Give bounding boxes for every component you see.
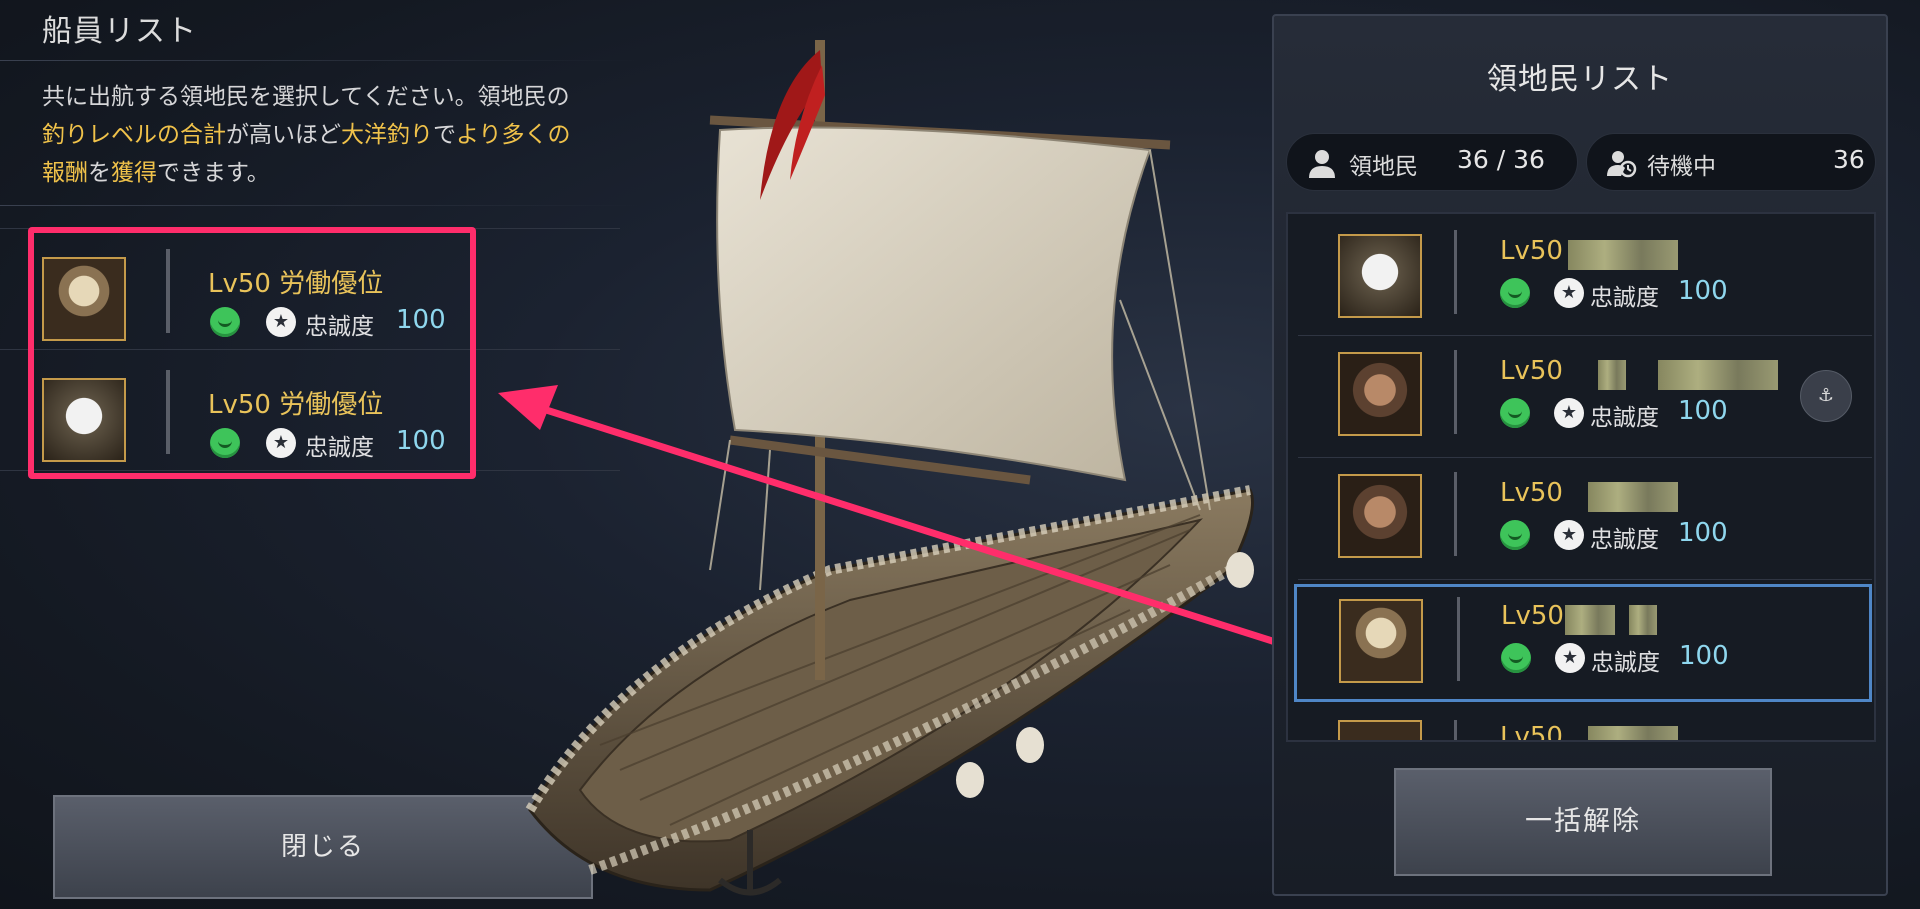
resident-row[interactable]: Lv50 bbox=[1298, 710, 1872, 742]
loyalty-label: 忠誠度 bbox=[1590, 405, 1659, 431]
resident-level: Lv50 bbox=[1501, 601, 1564, 631]
redacted-name bbox=[1588, 482, 1678, 512]
resident-count-label: 領地民 bbox=[1349, 154, 1418, 180]
loyalty-star-icon: ★ bbox=[1554, 398, 1584, 428]
loyalty-value: 100 bbox=[1678, 276, 1728, 306]
loyalty-value: 100 bbox=[1678, 396, 1728, 426]
redacted-name bbox=[1565, 605, 1615, 635]
crew-list-title: 船員リスト bbox=[42, 14, 197, 49]
loyalty-star-icon: ★ bbox=[1554, 520, 1584, 550]
mood-smile-icon bbox=[1500, 398, 1530, 428]
loyalty-value: 100 bbox=[1679, 641, 1729, 671]
loyalty-star-icon: ★ bbox=[1555, 643, 1585, 673]
standby-count-label: 待機中 bbox=[1647, 154, 1716, 180]
divider bbox=[1454, 230, 1457, 314]
loyalty-value: 100 bbox=[1678, 518, 1728, 548]
resident-portrait bbox=[1338, 474, 1422, 558]
resident-portrait bbox=[1338, 352, 1422, 436]
redacted-name bbox=[1568, 240, 1678, 270]
desc-highlight: 大洋釣り bbox=[341, 122, 433, 148]
resident-level: Lv50 bbox=[1500, 236, 1563, 266]
divider bbox=[1454, 350, 1457, 434]
redacted-name bbox=[1629, 605, 1657, 635]
standby-count-value: 36 bbox=[1833, 145, 1865, 174]
standby-count-pill: 待機中 36 bbox=[1586, 133, 1876, 191]
resident-level: Lv50 bbox=[1500, 722, 1563, 742]
resident-list-panel: 領地民リスト 領地民 36 / 36 待機中 36 Lv50 ★ 忠誠度 100 bbox=[1272, 14, 1888, 896]
bulk-release-button[interactable]: 一括解除 bbox=[1394, 768, 1772, 876]
redacted-name bbox=[1658, 360, 1778, 390]
loyalty-label: 忠誠度 bbox=[1591, 650, 1660, 676]
desc-text: が高いほど bbox=[226, 122, 341, 148]
loyalty-star-icon: ★ bbox=[1554, 278, 1584, 308]
resident-count-value: 36 / 36 bbox=[1457, 145, 1545, 174]
annotation-highlight-box bbox=[28, 227, 476, 479]
divider bbox=[1457, 597, 1460, 681]
resident-level: Lv50 bbox=[1500, 356, 1563, 386]
desc-highlight: 報酬 bbox=[42, 160, 88, 186]
resident-portrait bbox=[1338, 720, 1422, 740]
mood-smile-icon bbox=[1500, 520, 1530, 550]
desc-text: で bbox=[433, 122, 456, 148]
resident-portrait bbox=[1338, 234, 1422, 318]
resident-row[interactable]: Lv50 ★ 忠誠度 100 bbox=[1298, 462, 1872, 580]
ship-illustration bbox=[525, 40, 1254, 896]
loyalty-label: 忠誠度 bbox=[1590, 285, 1659, 311]
desc-highlight: 釣りレベルの合計 bbox=[42, 122, 226, 148]
resident-row[interactable]: Lv50 ★ 忠誠度 100 ⚓ bbox=[1298, 340, 1872, 458]
divider bbox=[1454, 472, 1457, 556]
mood-smile-icon bbox=[1500, 278, 1530, 308]
desc-text: を bbox=[88, 160, 111, 186]
resident-row-selected[interactable]: Lv50 ★ 忠誠度 100 bbox=[1294, 584, 1872, 702]
person-icon bbox=[1309, 150, 1335, 178]
person-clock-icon bbox=[1607, 151, 1637, 178]
resident-list[interactable]: Lv50 ★ 忠誠度 100 Lv50 ★ 忠誠度 100 ⚓ Lv50 ★ 忠… bbox=[1286, 212, 1876, 742]
loyalty-label: 忠誠度 bbox=[1590, 527, 1659, 553]
resident-portrait bbox=[1339, 599, 1423, 683]
worker-status-icon[interactable]: ⚓ bbox=[1800, 370, 1852, 422]
desc-text: できます。 bbox=[157, 160, 270, 186]
resident-row[interactable]: Lv50 ★ 忠誠度 100 bbox=[1298, 218, 1872, 336]
resident-list-title: 領地民リスト bbox=[1487, 62, 1673, 97]
resident-level: Lv50 bbox=[1500, 478, 1563, 508]
redacted-name bbox=[1598, 360, 1626, 390]
redacted-name bbox=[1588, 726, 1678, 740]
mood-smile-icon bbox=[1501, 643, 1531, 673]
resident-count-pill: 領地民 36 / 36 bbox=[1286, 133, 1578, 191]
divider bbox=[1454, 720, 1457, 740]
desc-highlight: 獲得 bbox=[111, 160, 157, 186]
